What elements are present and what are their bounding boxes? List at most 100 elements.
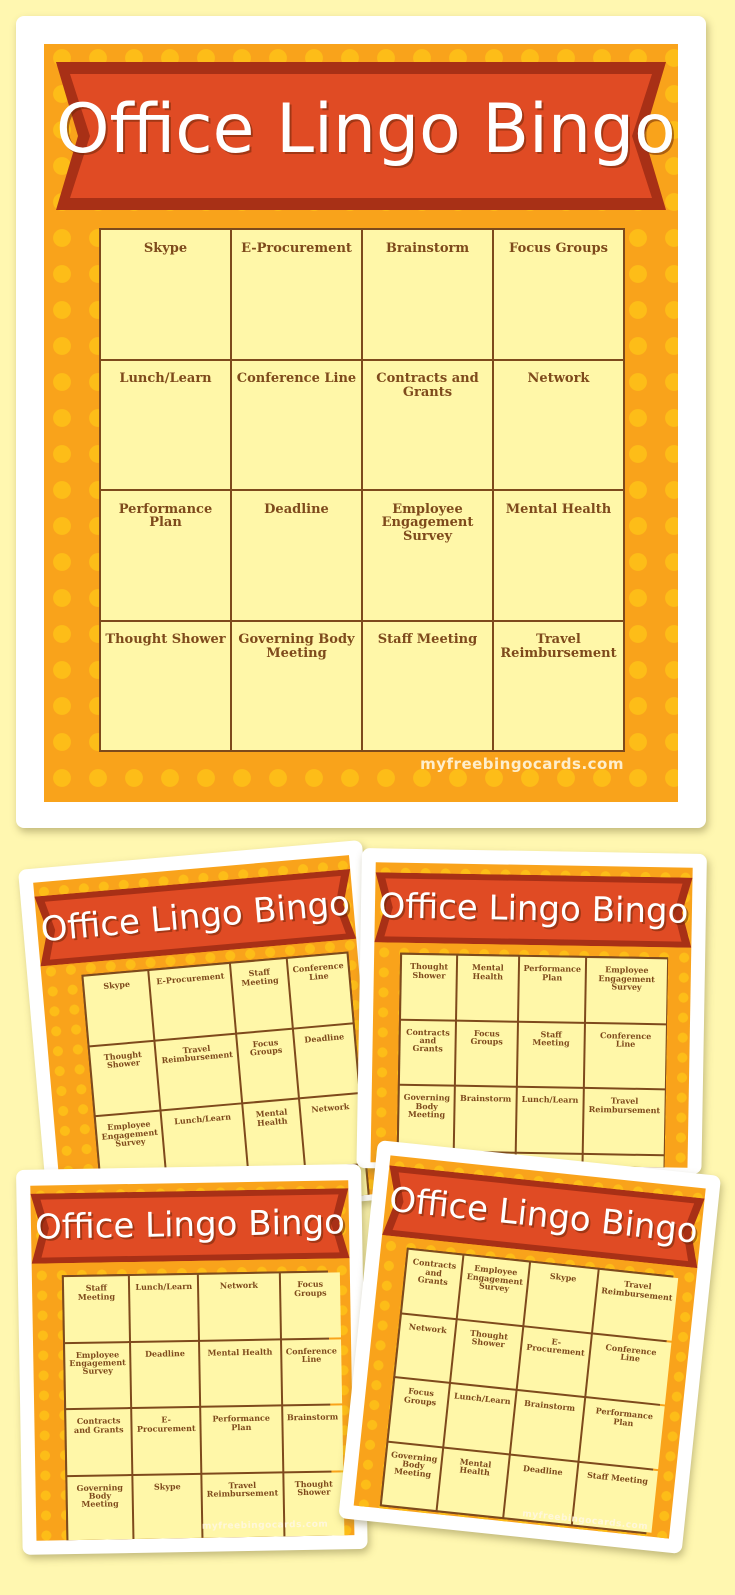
bingo-cell[interactable]: Conference Line bbox=[281, 1338, 342, 1405]
bingo-cell[interactable]: Thought Shower bbox=[401, 954, 457, 1020]
bingo-cell[interactable]: Employee Engagement Survey bbox=[65, 1342, 131, 1409]
bingo-cell[interactable]: Skype bbox=[524, 1262, 598, 1332]
bingo-cell-label: Focus Groups bbox=[470, 1027, 503, 1047]
bingo-cell-label: Staff Meeting bbox=[586, 1469, 649, 1486]
bingo-cell[interactable]: Skype bbox=[101, 230, 230, 359]
bingo-cell[interactable]: Conference Line bbox=[586, 1334, 672, 1405]
bingo-cell[interactable]: Deadline bbox=[293, 1023, 359, 1098]
bingo-cell-label: Performance Plan bbox=[118, 501, 213, 531]
bingo-cell[interactable]: Contracts and Grants bbox=[66, 1409, 132, 1475]
bingo-cell-label: Focus Groups bbox=[403, 1385, 437, 1408]
bingo-cell[interactable]: Employee Engagement Survey bbox=[586, 957, 667, 1023]
bingo-cell-label: Travel Reimbursement bbox=[500, 632, 617, 661]
bingo-cell[interactable]: E-Procurement bbox=[149, 963, 235, 1040]
bingo-cell[interactable]: Skype bbox=[133, 1474, 202, 1540]
bingo-cell[interactable]: Focus Groups bbox=[388, 1378, 450, 1446]
bingo-cell[interactable]: Network bbox=[198, 1273, 280, 1340]
bingo-cell[interactable]: Contracts and Grants bbox=[399, 1020, 456, 1085]
bingo-cell-label: Deadline bbox=[303, 1030, 345, 1045]
bingo-cell[interactable]: Governing Body Meeting bbox=[381, 1442, 443, 1511]
bingo-cell[interactable]: Staff Meeting bbox=[63, 1276, 130, 1342]
bingo-cell-label: Thought Shower bbox=[294, 1478, 333, 1498]
bingo-cell[interactable]: Mental Health bbox=[457, 955, 518, 1021]
bingo-grid: Skype E-Procurement Brainstorm Focus Groups… bbox=[99, 228, 625, 752]
bingo-cell[interactable]: Performance Plan bbox=[579, 1398, 666, 1469]
bingo-grid: Staff Meeting Lunch/Learn Network Focus Gro… bbox=[61, 1270, 345, 1541]
bingo-cell-label: Governing Body Meeting bbox=[390, 1448, 438, 1480]
bingo-cell-label: Deadline bbox=[522, 1462, 564, 1477]
bingo-cell-label: Brainstorm bbox=[385, 240, 470, 256]
bingo-cell[interactable]: Brainstorm bbox=[363, 230, 492, 359]
bingo-cell[interactable]: Lunch/Learn bbox=[444, 1383, 516, 1453]
bingo-cell[interactable]: Mental Health bbox=[200, 1339, 281, 1406]
bingo-cell-label: Governing Body Meeting bbox=[403, 1091, 451, 1120]
bingo-cell-label: Conference Line bbox=[600, 1029, 652, 1049]
bingo-cell-label: Lunch/Learn bbox=[173, 1111, 232, 1127]
bingo-cell[interactable]: Performance Plan bbox=[101, 491, 230, 620]
bingo-cell[interactable]: Staff Meeting bbox=[363, 621, 492, 750]
bingo-cell-label: Thought Shower bbox=[410, 961, 449, 981]
bingo-cell[interactable]: Brainstorm bbox=[511, 1390, 584, 1461]
bingo-cell-label: Brainstorm bbox=[459, 1092, 512, 1104]
preview-card-3[interactable]: Office Lingo Bingo Staff Meeting Lunch/Le… bbox=[16, 1163, 368, 1555]
bingo-cell-label: Employee Engagement Survey bbox=[381, 501, 474, 544]
bingo-cell-label: Contracts and Grants bbox=[412, 1256, 457, 1288]
bingo-cell[interactable]: Focus Groups bbox=[456, 1021, 517, 1086]
bingo-cell-label: Employee Engagement Survey bbox=[598, 964, 655, 992]
bingo-cell[interactable]: Travel Reimbursement bbox=[592, 1269, 679, 1341]
bingo-cell[interactable]: Focus Groups bbox=[280, 1272, 341, 1338]
bingo-cell[interactable]: Employee Engagement Survey bbox=[458, 1255, 530, 1325]
bingo-cell-label: Governing Body Meeting bbox=[238, 632, 355, 661]
bingo-cell[interactable]: Conference Line bbox=[232, 360, 361, 489]
bingo-cell[interactable]: Deadline bbox=[131, 1341, 200, 1408]
bingo-cell-label: Employee Engagement Survey bbox=[101, 1118, 159, 1149]
bingo-cell[interactable]: Deadline bbox=[232, 491, 361, 620]
bingo-cell[interactable]: Governing Body Meeting bbox=[67, 1475, 133, 1541]
bingo-cell[interactable]: Travel Reimbursement bbox=[155, 1034, 242, 1110]
bingo-cell-label: Network bbox=[310, 1101, 350, 1115]
bingo-cell[interactable]: E-Procurement bbox=[517, 1326, 591, 1396]
bingo-cell[interactable]: Brainstorm bbox=[455, 1086, 516, 1152]
bingo-cell[interactable]: Thought Shower bbox=[101, 621, 230, 750]
bingo-cell[interactable]: Conference Line bbox=[287, 953, 353, 1028]
bingo-cell[interactable]: Mental Health bbox=[243, 1099, 304, 1173]
bingo-cell-label: Thought Shower bbox=[103, 1048, 143, 1071]
bingo-cell[interactable]: Performance Plan bbox=[201, 1406, 282, 1473]
preview-card-4[interactable]: Office Lingo Bingo Contracts and Grants E… bbox=[338, 1140, 722, 1554]
bingo-cell[interactable]: Brainstorm bbox=[282, 1405, 344, 1471]
bingo-cell[interactable]: Travel Reimbursement bbox=[494, 621, 623, 750]
bingo-cell[interactable]: E-Procurement bbox=[232, 230, 361, 359]
bingo-cell[interactable]: Lunch/Learn bbox=[516, 1087, 583, 1153]
bingo-cell[interactable]: Network bbox=[395, 1313, 457, 1382]
bingo-cell[interactable]: Governing Body Meeting bbox=[232, 621, 361, 750]
bingo-cell[interactable]: Lunch/Learn bbox=[130, 1274, 199, 1341]
bingo-cell-label: Performance Plan bbox=[595, 1405, 654, 1428]
bingo-cell[interactable]: E-Procurement bbox=[132, 1407, 201, 1474]
bingo-cell[interactable]: Network bbox=[299, 1094, 365, 1168]
bingo-cell-label: Mental Health bbox=[505, 501, 612, 517]
bingo-cell[interactable]: Contracts and Grants bbox=[402, 1249, 463, 1318]
bingo-cell-label: E-Procurement bbox=[241, 240, 352, 256]
bingo-cell[interactable]: Lunch/Learn bbox=[101, 360, 230, 489]
bingo-cell[interactable]: Thought Shower bbox=[451, 1319, 523, 1389]
preview-card-2[interactable]: Office Lingo Bingo Thought Shower Mental … bbox=[356, 848, 707, 1174]
bingo-cell[interactable]: Staff Meeting bbox=[230, 959, 292, 1033]
bingo-cell[interactable]: Conference Line bbox=[585, 1023, 666, 1089]
bingo-cell[interactable]: Focus Groups bbox=[237, 1029, 298, 1103]
bingo-cell[interactable]: Thought Shower bbox=[89, 1041, 160, 1116]
bingo-cell[interactable]: Skype bbox=[83, 971, 154, 1045]
bingo-cell[interactable]: Network bbox=[494, 360, 623, 489]
bingo-cell[interactable]: Travel Reimbursement bbox=[583, 1088, 665, 1154]
bingo-cell[interactable]: Mental Health bbox=[494, 491, 623, 620]
bingo-cell[interactable]: Contracts and Grants bbox=[363, 360, 492, 489]
bingo-cell-label: Focus Groups bbox=[294, 1278, 327, 1298]
bingo-cell[interactable]: Performance Plan bbox=[518, 956, 586, 1022]
bingo-cell[interactable]: Governing Body Meeting bbox=[398, 1085, 455, 1151]
bingo-cell-label: Conference Line bbox=[605, 1341, 658, 1364]
bingo-cell[interactable]: Mental Health bbox=[438, 1448, 509, 1518]
bingo-cell-label: Staff Meeting bbox=[241, 966, 279, 988]
bingo-cell[interactable]: Employee Engagement Survey bbox=[363, 491, 492, 620]
bingo-cell-label: Conference Line bbox=[292, 960, 344, 982]
bingo-cell[interactable]: Staff Meeting bbox=[517, 1022, 585, 1087]
bingo-cell[interactable]: Focus Groups bbox=[494, 230, 623, 359]
